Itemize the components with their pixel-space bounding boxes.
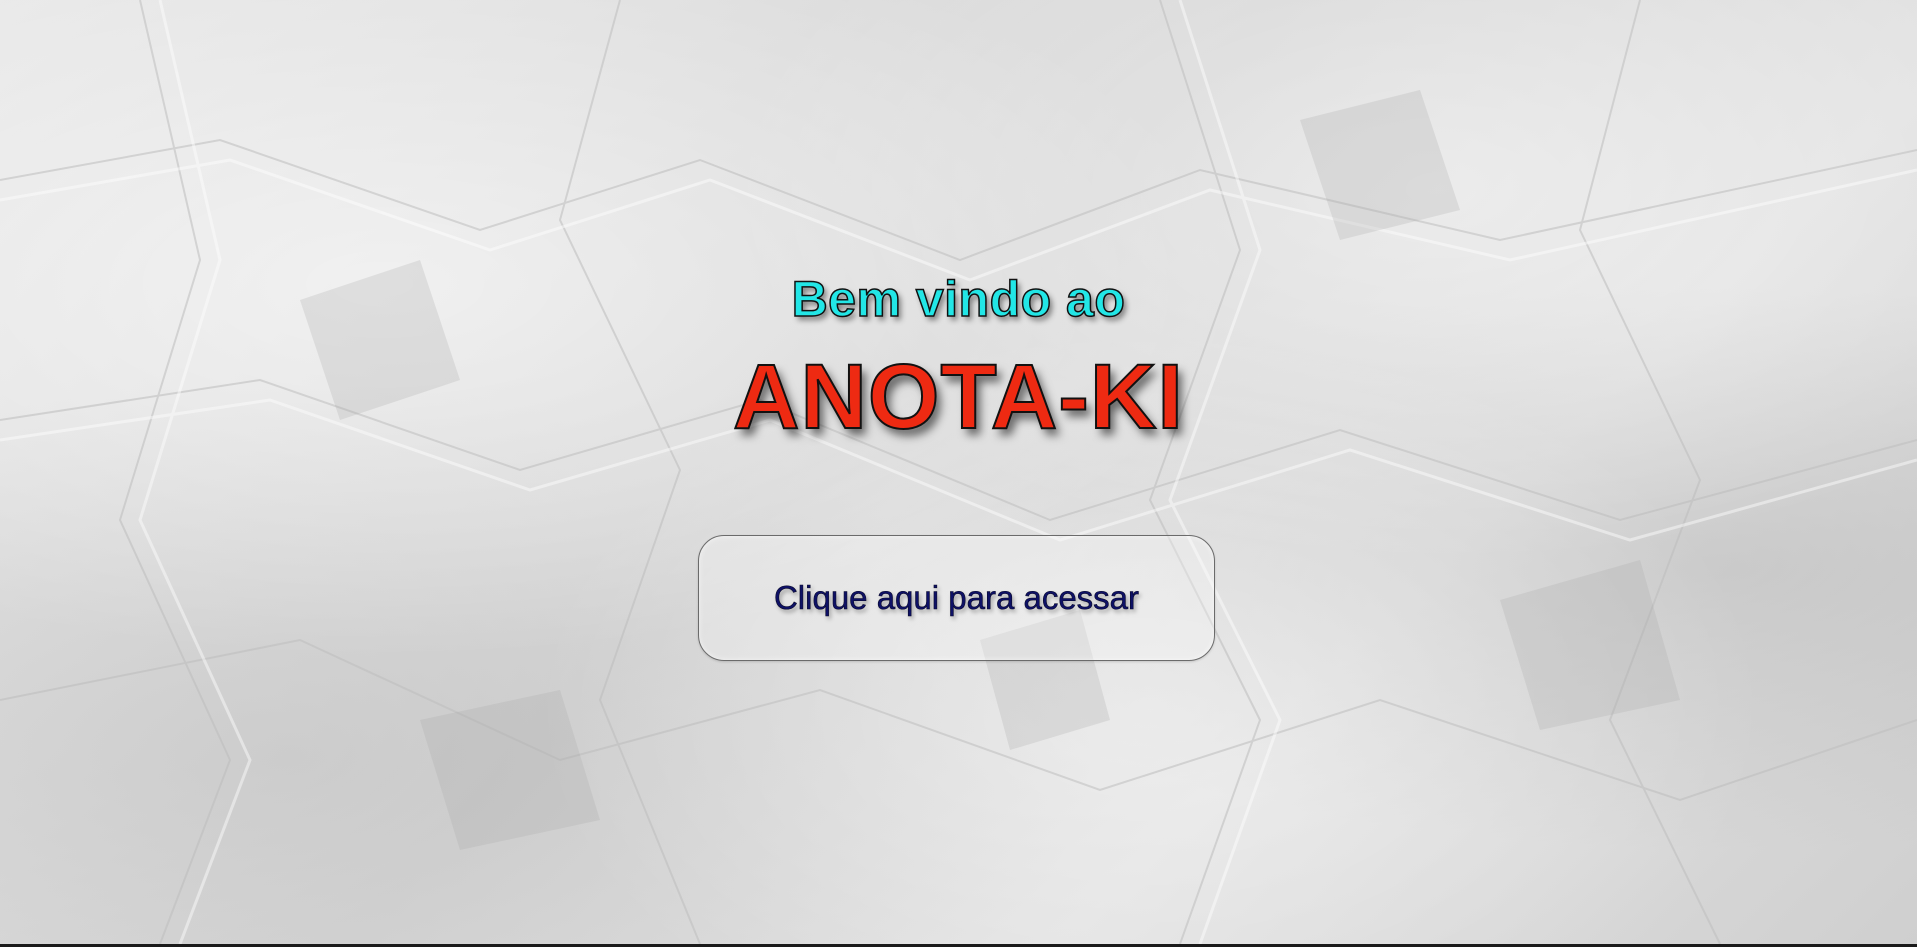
landing-hero: Bem vindo ao ANOTA-KI Clique aqui para a… bbox=[0, 0, 1917, 944]
brand-title: ANOTA-KI bbox=[732, 345, 1184, 449]
welcome-heading: Bem vindo ao bbox=[791, 270, 1126, 328]
access-button[interactable]: Clique aqui para acessar bbox=[698, 535, 1215, 661]
access-button-label: Clique aqui para acessar bbox=[773, 579, 1140, 617]
